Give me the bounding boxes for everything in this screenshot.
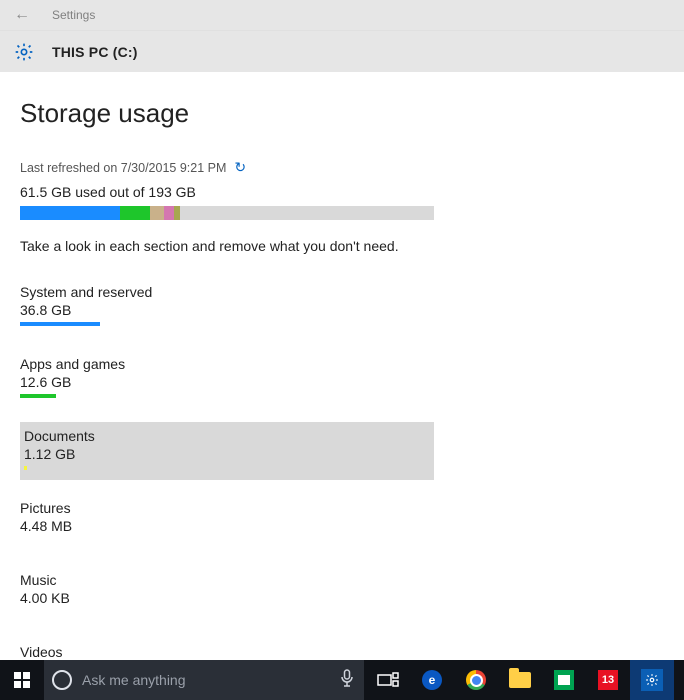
category-size: 4.00 KB [20,590,434,606]
category-label: System and reserved [20,284,434,300]
settings-breadcrumb[interactable]: Settings [52,8,95,22]
bar-segment-system [20,206,120,220]
chrome-icon [466,670,486,690]
last-refreshed-text: Last refreshed on 7/30/2015 9:21 PM [20,161,226,175]
category-item[interactable]: Documents 1.12 GB [20,422,434,480]
edge-icon: e [422,670,442,690]
store-icon [554,670,574,690]
category-item[interactable]: Apps and games 12.6 GB [20,350,434,408]
category-item[interactable]: Music 4.00 KB [20,566,434,624]
category-size: 12.6 GB [20,374,434,390]
taskbar-chrome[interactable] [454,660,498,700]
task-icons: e 13 [366,660,674,700]
taskbar-edge[interactable]: e [410,660,454,700]
categories-list: System and reserved 36.8 GB Apps and games… [20,278,480,700]
category-label: Pictures [20,500,434,516]
category-label: Apps and games [20,356,434,372]
task-view-button[interactable] [366,660,410,700]
header-top: ← Settings [0,0,684,30]
drive-title: THIS PC (C:) [52,44,138,60]
taskbar-settings[interactable] [630,660,674,700]
refresh-row: Last refreshed on 7/30/2015 9:21 PM ↻ [20,159,480,176]
back-arrow-icon[interactable]: ← [14,7,30,23]
category-size: 4.48 MB [20,518,434,534]
bar-segment-other2 [164,206,174,220]
calendar-icon: 13 [598,670,618,690]
bar-segment-other1 [150,206,164,220]
page-title: Storage usage [20,98,480,129]
category-bar [20,394,56,398]
header-sub: THIS PC (C:) [0,30,684,72]
helper-text: Take a look in each section and remove w… [20,238,480,254]
search-placeholder: Ask me anything [82,672,186,688]
folder-icon [509,672,531,688]
taskbar-calendar[interactable]: 13 [586,660,630,700]
overall-usage-bar [20,206,434,220]
used-summary: 61.5 GB used out of 193 GB [20,184,480,200]
cortana-icon [52,670,72,690]
taskbar: Ask me anything e 13 [0,660,684,700]
category-item[interactable]: System and reserved 36.8 GB [20,278,434,336]
taskbar-file-explorer[interactable] [498,660,542,700]
gear-icon [14,42,34,62]
category-item[interactable]: Pictures 4.48 MB [20,494,434,552]
category-label: Music [20,572,434,588]
category-size: 36.8 GB [20,302,434,318]
microphone-icon[interactable] [340,669,354,692]
category-label: Videos [20,644,434,660]
cortana-search[interactable]: Ask me anything [44,660,364,700]
category-size: 1.12 GB [24,446,430,462]
content: Storage usage Last refreshed on 7/30/201… [0,72,500,700]
taskbar-store[interactable] [542,660,586,700]
category-label: Documents [24,428,430,444]
category-bar [20,322,100,326]
category-bar [24,466,27,470]
settings-icon [641,669,663,691]
windows-logo-icon [14,672,30,688]
refresh-icon[interactable]: ↻ [234,159,246,176]
bar-segment-other3 [174,206,180,220]
start-button[interactable] [0,660,44,700]
bar-segment-apps [120,206,150,220]
